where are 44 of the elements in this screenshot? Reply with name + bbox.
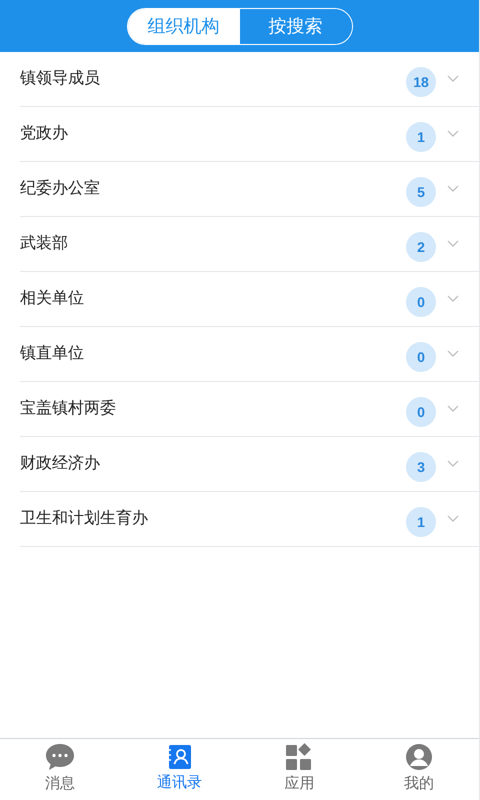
chevron-down-icon	[447, 240, 459, 248]
tab-bar-item[interactable]: 应用	[240, 739, 360, 800]
count-badge: 3	[406, 452, 436, 482]
tab-bar-item[interactable]: 通讯录	[120, 739, 240, 800]
count-badge: 1	[406, 507, 436, 537]
count-badge: 0	[406, 397, 436, 427]
group-name: 武装部	[20, 234, 69, 254]
group-row[interactable]: 相关单位 0	[20, 272, 479, 327]
chevron-down-icon	[447, 295, 459, 303]
chevron-down-icon	[447, 75, 459, 83]
group-row[interactable]: 镇直单位 0	[20, 327, 479, 382]
chevron-down-icon	[447, 130, 459, 138]
group-name: 党政办	[20, 124, 69, 144]
chevron-down-icon	[447, 185, 459, 193]
group-row[interactable]: 宝盖镇村两委 0	[20, 382, 479, 437]
chevron-down-icon	[447, 405, 459, 413]
count-badge: 18	[406, 67, 436, 97]
count-badge: 0	[406, 342, 436, 372]
group-name: 财政经济办	[20, 454, 101, 474]
group-name: 宝盖镇村两委	[20, 398, 117, 419]
group-name: 镇领导成员	[20, 68, 101, 89]
contact-book-icon	[166, 744, 193, 770]
count-badge: 0	[406, 287, 436, 317]
apps-grid-icon	[285, 743, 314, 772]
person-icon	[405, 743, 434, 772]
group-row[interactable]: 财政经济办 3	[20, 437, 479, 492]
chevron-down-icon	[447, 350, 459, 358]
group-row[interactable]: 纪委办公室 5	[20, 162, 479, 217]
group-row[interactable]: 党政办 1	[20, 107, 479, 162]
group-row[interactable]: 镇领导成员 18	[20, 52, 479, 107]
tab-bar-item[interactable]: 消息	[0, 739, 120, 800]
chevron-down-icon	[447, 460, 459, 468]
group-name: 镇直单位	[20, 344, 85, 364]
count-badge: 5	[406, 177, 436, 207]
group-name: 卫生和计划生育办	[20, 508, 149, 529]
group-row[interactable]: 武装部 2	[20, 217, 479, 272]
group-name: 纪委办公室	[20, 178, 101, 199]
count-badge: 2	[406, 232, 436, 262]
group-name: 相关单位	[20, 288, 85, 309]
chat-bubble-icon	[44, 743, 75, 772]
count-badge: 1	[406, 122, 436, 152]
chevron-down-icon	[447, 515, 459, 523]
group-row[interactable]: 卫生和计划生育办 1	[20, 492, 479, 547]
tab-bar-item[interactable]: 我的	[359, 739, 479, 800]
